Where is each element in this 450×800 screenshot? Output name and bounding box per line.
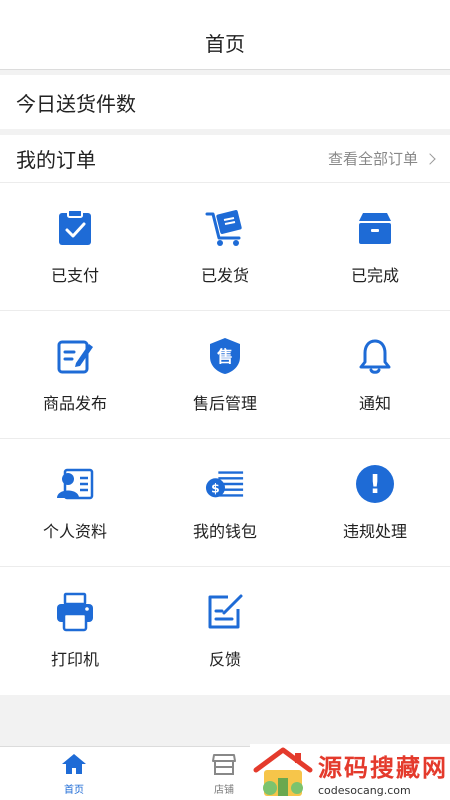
chevron-right-icon [424,152,436,165]
grid-row: 已支付 已发货 已完成 [0,183,450,311]
my-orders-title: 我的订单 [16,148,96,172]
page-title: 首页 [205,32,245,56]
grid-item-printer[interactable]: 打印机 [0,567,150,695]
grid-item-profile[interactable]: 个人资料 [0,439,150,567]
grid-item-label: 已发货 [200,266,249,285]
grid-item-after-sales[interactable]: 售 售后管理 [150,311,300,439]
grid-item-completed[interactable]: 已完成 [300,183,450,311]
today-deliveries-label: 今日送货件数 [16,91,136,116]
function-grid: 已支付 已发货 已完成 商品发布 售 售后管理 通知 个人资料 $ 我的钱包 !… [0,183,450,695]
alert-badge-text: ! [369,470,381,500]
grid-row: 个人资料 $ 我的钱包 ! 违规处理 [0,439,450,567]
watermark-url: codesocang.com [318,783,411,797]
feedback-icon [205,592,245,632]
grid-item-empty [300,567,450,695]
view-all-orders-label: 查看全部订单 [327,150,418,168]
house-logo-icon [250,744,316,800]
tab-label: 店铺 [214,785,234,796]
clipboard-check-icon [55,208,95,248]
grid-row: 商品发布 售 售后管理 通知 [0,311,450,439]
grid-item-violations[interactable]: ! 违规处理 [300,439,450,567]
tab-store[interactable]: 店铺 [194,753,254,796]
view-all-orders-link[interactable]: 查看全部订单 [327,148,436,169]
profile-card-icon [55,464,95,504]
watermark-title: 源码搜藏网 [318,753,448,782]
printer-icon [55,592,95,632]
tab-label: 首页 [64,785,84,796]
grid-item-label: 违规处理 [342,522,407,541]
cart-icon [205,208,245,248]
wallet-icon: $ [205,464,245,504]
grid-item-label: 我的钱包 [192,522,257,541]
grid-item-feedback[interactable]: 反馈 [150,567,300,695]
watermark-text: 源码搜藏网 codesocang.com [318,748,448,797]
grid-item-shipped[interactable]: 已发货 [150,183,300,311]
grid-item-label: 通知 [358,394,391,413]
tab-home[interactable]: 首页 [44,753,104,796]
grid-item-label: 已完成 [350,266,399,285]
grid-item-label: 已支付 [50,266,99,285]
bell-icon [355,336,395,376]
shield-icon: 售 [205,336,245,376]
grid-item-label: 打印机 [50,650,99,669]
watermark-logo: 源码搜藏网 codesocang.com [250,744,450,800]
alert-icon: ! [355,464,395,504]
top-bar: 首页 [0,0,450,70]
grid-item-label: 个人资料 [42,522,107,541]
wallet-badge-text: $ [211,482,220,496]
grid-item-publish-product[interactable]: 商品发布 [0,311,150,439]
my-orders-header: 我的订单 查看全部订单 [0,135,450,183]
shield-badge-text: 售 [217,347,233,366]
grid-item-label: 反馈 [208,650,241,669]
today-deliveries-card[interactable]: 今日送货件数 [0,75,450,129]
grid-item-label: 售后管理 [192,394,257,413]
grid-item-wallet[interactable]: $ 我的钱包 [150,439,300,567]
store-icon [212,753,236,779]
home-icon [61,753,87,779]
box-icon [355,208,395,248]
grid-item-paid[interactable]: 已支付 [0,183,150,311]
grid-item-notifications[interactable]: 通知 [300,311,450,439]
grid-row: 打印机 反馈 [0,567,450,695]
edit-icon [55,336,95,376]
grid-item-label: 商品发布 [42,394,107,413]
